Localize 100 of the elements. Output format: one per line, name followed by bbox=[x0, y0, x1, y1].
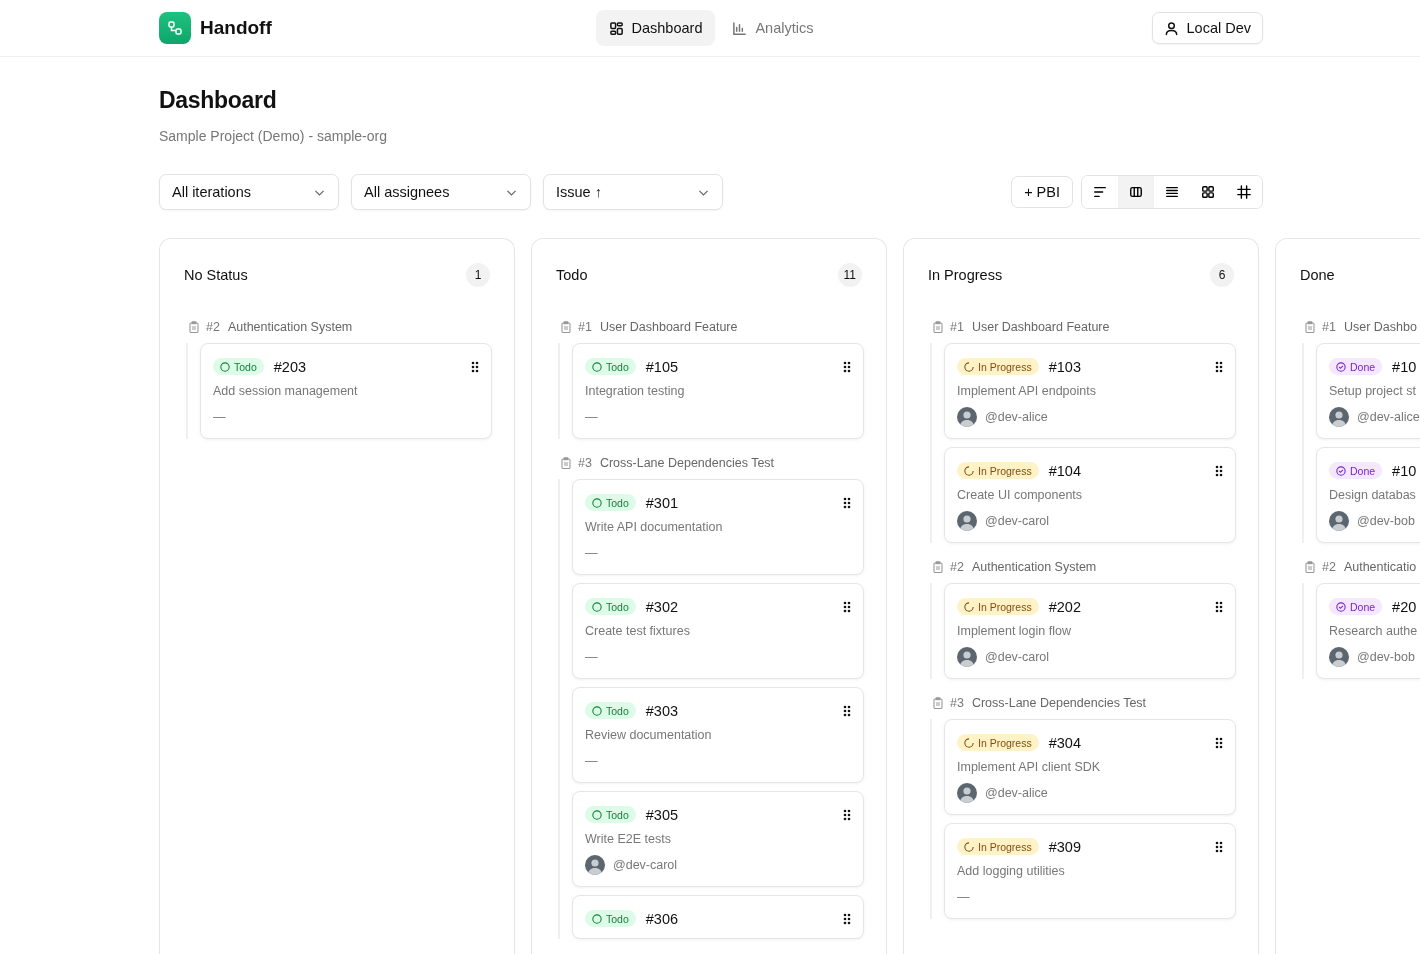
status-badge: Todo bbox=[585, 910, 636, 927]
group-ref: #1 bbox=[950, 320, 964, 334]
drag-handle-icon[interactable] bbox=[843, 496, 851, 509]
task-id: #305 bbox=[645, 806, 680, 823]
circle-icon bbox=[220, 361, 230, 372]
clipboard-icon bbox=[1304, 561, 1316, 573]
task-card[interactable]: In Progress #309 Add logging utilities — bbox=[944, 823, 1236, 919]
task-id: #104 bbox=[1048, 462, 1082, 479]
assignee-name: @dev-carol bbox=[985, 514, 1050, 528]
clipboard-icon bbox=[932, 561, 944, 573]
drag-handle-icon[interactable] bbox=[843, 360, 851, 373]
drag-handle-icon[interactable] bbox=[843, 808, 851, 821]
task-title: Review documentation bbox=[585, 728, 713, 742]
spinner-icon bbox=[964, 737, 974, 748]
task-title: Create test fixtures bbox=[585, 624, 691, 638]
assignee-name: — bbox=[213, 410, 226, 424]
drag-handle-icon[interactable] bbox=[1215, 464, 1223, 477]
filter-dropdown[interactable]: All assignees bbox=[351, 174, 531, 210]
check-circle-icon bbox=[1336, 465, 1346, 476]
status-badge: Todo bbox=[585, 806, 636, 823]
task-card[interactable]: Todo #105 Integration testing — bbox=[572, 343, 864, 439]
task-card[interactable]: In Progress #104 Create UI components @dev-carol bbox=[944, 447, 1236, 543]
task-card[interactable]: Todo #302 Create test fixtures — bbox=[572, 583, 864, 679]
group-title: Authentication System bbox=[227, 320, 353, 334]
filter-dropdown[interactable]: Issue ↑ bbox=[543, 174, 723, 210]
task-card[interactable]: Todo #305 Write E2E tests @dev-carol bbox=[572, 791, 864, 887]
status-badge: Todo bbox=[585, 702, 636, 719]
group-ref: #2 bbox=[206, 320, 220, 334]
drag-handle-icon[interactable] bbox=[1215, 360, 1223, 373]
task-title: Design databas bbox=[1329, 488, 1417, 502]
drag-handle-icon[interactable] bbox=[843, 704, 851, 717]
task-id: #10 bbox=[1392, 358, 1418, 375]
group-title: Cross-Lane Dependencies Test bbox=[971, 696, 1147, 710]
task-card[interactable]: Todo #203 Add session management — bbox=[200, 343, 492, 439]
circle-icon bbox=[592, 601, 602, 612]
spinner-icon bbox=[964, 465, 974, 476]
drag-handle-icon[interactable] bbox=[1215, 840, 1223, 853]
avatar bbox=[957, 783, 977, 803]
circle-icon bbox=[592, 361, 602, 372]
task-id: #20 bbox=[1392, 598, 1418, 615]
task-id: #203 bbox=[273, 358, 308, 375]
check-circle-icon bbox=[1336, 361, 1346, 372]
task-card[interactable]: Todo #306 bbox=[572, 895, 864, 939]
task-card[interactable]: Todo #303 Review documentation — bbox=[572, 687, 864, 783]
lines-icon bbox=[1165, 185, 1179, 199]
nav-tab[interactable]: Dashboard bbox=[595, 10, 716, 46]
group-ref: #3 bbox=[578, 456, 592, 470]
status-badge: In Progress bbox=[957, 734, 1039, 751]
page-subtitle: Sample Project (Demo) - sample-org bbox=[159, 128, 388, 144]
task-title: Integration testing bbox=[585, 384, 686, 398]
task-card[interactable]: In Progress #202 Implement login flow @dev-carol bbox=[944, 583, 1236, 679]
group-title: Cross-Lane Dependencies Test bbox=[599, 456, 775, 470]
avatar bbox=[1329, 407, 1349, 427]
column-title: No Status bbox=[184, 267, 248, 283]
assignee-name: @dev-alice bbox=[1357, 410, 1420, 424]
assignee-name: @dev-alice bbox=[985, 786, 1048, 800]
spinner-icon bbox=[964, 841, 974, 852]
drag-handle-icon[interactable] bbox=[1215, 736, 1223, 749]
status-badge: In Progress bbox=[957, 838, 1039, 855]
status-badge: In Progress bbox=[957, 358, 1039, 375]
avatar bbox=[585, 855, 605, 875]
clipboard-icon bbox=[1304, 321, 1316, 333]
nav-tab[interactable]: Analytics bbox=[719, 10, 827, 46]
task-title: Implement login flow bbox=[957, 624, 1072, 638]
task-title: Write API documentation bbox=[585, 520, 724, 534]
assignee-name: — bbox=[585, 650, 598, 664]
user-icon bbox=[1163, 20, 1179, 36]
task-card[interactable]: Todo #301 Write API documentation — bbox=[572, 479, 864, 575]
view-button[interactable] bbox=[1118, 176, 1154, 208]
status-badge: In Progress bbox=[957, 462, 1039, 479]
task-card[interactable]: Done #20 Research authe @dev-bob bbox=[1316, 583, 1420, 679]
filter-dropdown[interactable]: All iterations bbox=[159, 174, 339, 210]
task-card[interactable]: In Progress #304 Implement API client SDK @dev-alice bbox=[944, 719, 1236, 815]
drag-handle-icon[interactable] bbox=[843, 912, 851, 925]
assignee-name: @dev-bob bbox=[1357, 514, 1415, 528]
group-title: User Dashboard Feature bbox=[971, 320, 1110, 334]
task-title: Implement API client SDK bbox=[957, 760, 1102, 774]
task-id: #309 bbox=[1048, 838, 1082, 855]
dashboard-icon bbox=[608, 20, 624, 36]
circle-icon bbox=[592, 913, 602, 924]
task-id: #105 bbox=[645, 358, 680, 375]
user-button[interactable]: Local Dev bbox=[1151, 12, 1263, 44]
drag-handle-icon[interactable] bbox=[471, 360, 479, 373]
assignee-name: @dev-carol bbox=[985, 650, 1050, 664]
clipboard-icon bbox=[560, 457, 572, 469]
page-title: Dashboard bbox=[159, 87, 278, 114]
drag-handle-icon[interactable] bbox=[843, 600, 851, 613]
group-title: User Dashbo bbox=[1343, 320, 1417, 334]
task-card[interactable]: Done #10 Design databas @dev-bob bbox=[1316, 447, 1420, 543]
item-count: 11 bbox=[837, 263, 862, 287]
avatar bbox=[1329, 647, 1349, 667]
task-card[interactable]: In Progress #103 Implement API endpoints @dev-alice bbox=[944, 343, 1236, 439]
task-title: Add logging utilities bbox=[957, 864, 1066, 878]
add-button[interactable]: + PBI bbox=[1011, 176, 1073, 208]
task-id: #301 bbox=[645, 494, 680, 511]
column-title: Todo bbox=[556, 267, 588, 283]
group-ref: #2 bbox=[950, 560, 964, 574]
status-badge: Todo bbox=[585, 358, 636, 375]
drag-handle-icon[interactable] bbox=[1215, 600, 1223, 613]
task-card[interactable]: Done #10 Setup project st @dev-alice bbox=[1316, 343, 1420, 439]
